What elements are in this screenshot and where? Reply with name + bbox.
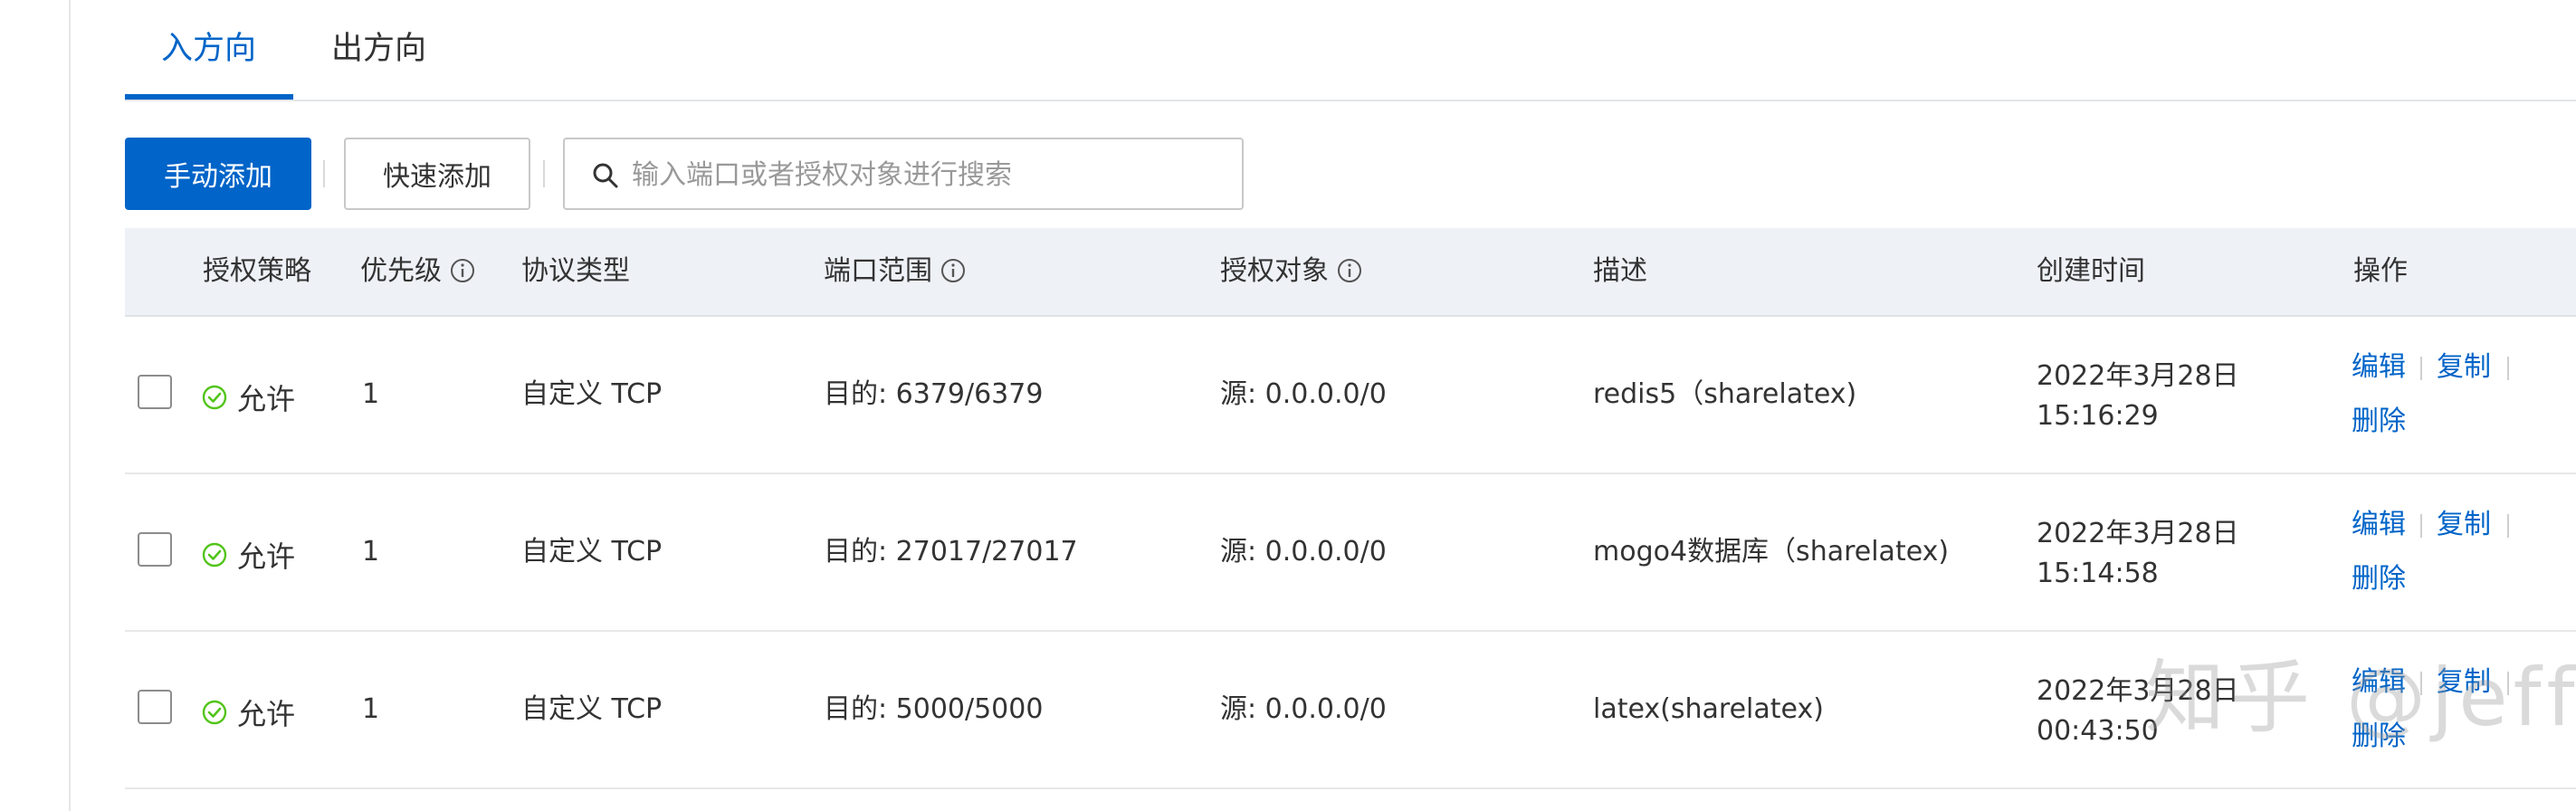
protocol-value: 自定义 TCP: [521, 693, 663, 725]
policy-allow: 允许: [201, 692, 295, 733]
check-circle-icon: [202, 385, 227, 410]
action-divider: [2420, 357, 2422, 380]
action-divider: [2420, 514, 2422, 538]
toolbar-divider: [323, 160, 325, 187]
edit-link[interactable]: 编辑: [2352, 349, 2406, 386]
action-divider: [2420, 672, 2422, 695]
port-range-value: 目的: 5000/5000: [824, 693, 1044, 725]
info-icon[interactable]: [449, 257, 476, 284]
protocol-value: 自定义 TCP: [521, 378, 663, 410]
policy-allow: 允许: [201, 534, 295, 576]
table-row: 允许 1 自定义 TCP 目的: 6379/6379 源: 0.0.0.0/0 …: [125, 317, 2576, 474]
direction-tabs: 入方向 出方向: [125, 0, 2576, 101]
active-tab-indicator: [125, 94, 293, 100]
auth-object-value: 源: 0.0.0.0/0: [1220, 693, 1387, 725]
port-range-value: 目的: 27017/27017: [824, 536, 1078, 568]
auth-object-value: 源: 0.0.0.0/0: [1220, 378, 1387, 410]
row-checkbox[interactable]: [138, 690, 172, 724]
search-box[interactable]: [563, 138, 1244, 210]
created-date: 2022年3月28日: [2037, 675, 2239, 707]
column-header-priority: 优先级: [360, 228, 476, 315]
created-time-value: 2022年3月28日 15:16:29: [2037, 357, 2239, 436]
priority-value: 1: [362, 693, 380, 725]
policy-label: 允许: [237, 539, 296, 574]
column-header-auth-object: 授权对象: [1220, 228, 1363, 315]
manual-add-button[interactable]: 手动添加: [125, 138, 311, 210]
table-row: 允许 1 自定义 TCP 目的: 5000/5000 源: 0.0.0.0/0 …: [125, 632, 2576, 789]
protocol-value: 自定义 TCP: [521, 536, 663, 568]
check-circle-icon: [202, 542, 227, 568]
page-left-border: [69, 0, 71, 811]
edit-link[interactable]: 编辑: [2352, 507, 2406, 543]
created-time-value: 2022年3月28日 15:14:58: [2037, 514, 2239, 594]
description-value: redis5（sharelatex): [1593, 378, 1857, 410]
created-time-value: 2022年3月28日 00:43:50: [2037, 672, 2239, 751]
delete-link[interactable]: 删除: [2352, 561, 2406, 597]
toolbar-divider: [543, 160, 545, 187]
info-icon[interactable]: [940, 257, 967, 284]
column-header-protocol: 协议类型: [521, 255, 630, 287]
row-checkbox[interactable]: [138, 375, 172, 409]
action-divider: [2507, 514, 2509, 538]
delete-link[interactable]: 删除: [2352, 404, 2406, 440]
policy-label: 允许: [237, 382, 296, 416]
created-clock: 15:14:58: [2037, 558, 2159, 589]
policy-allow: 允许: [201, 377, 295, 418]
created-clock: 00:43:50: [2037, 715, 2159, 747]
column-header-created-time: 创建时间: [2037, 255, 2145, 287]
priority-value: 1: [362, 536, 380, 568]
policy-label: 允许: [237, 697, 296, 731]
auth-object-value: 源: 0.0.0.0/0: [1220, 536, 1387, 568]
search-icon: [593, 163, 618, 188]
column-header-actions: 操作: [2353, 255, 2408, 287]
info-icon[interactable]: [1336, 257, 1363, 284]
delete-link[interactable]: 删除: [2352, 719, 2406, 755]
copy-link[interactable]: 复制: [2437, 664, 2491, 701]
check-circle-icon: [202, 700, 227, 725]
column-header-description: 描述: [1593, 255, 1647, 287]
column-header-port-range: 端口范围: [824, 228, 967, 315]
created-date: 2022年3月28日: [2037, 518, 2239, 549]
tab-inbound[interactable]: 入方向: [161, 27, 256, 71]
column-header-policy: 授权策略: [203, 255, 311, 287]
created-date: 2022年3月28日: [2037, 360, 2239, 392]
action-divider: [2507, 357, 2509, 380]
tab-outbound[interactable]: 出方向: [331, 27, 426, 71]
copy-link[interactable]: 复制: [2437, 349, 2491, 386]
row-checkbox[interactable]: [138, 532, 172, 567]
priority-value: 1: [362, 378, 380, 410]
search-input[interactable]: [630, 148, 1231, 201]
created-clock: 15:16:29: [2037, 400, 2159, 432]
table-header: 授权策略 优先级 协议类型 端口范围 授权对象 描述 创建时间 操作: [125, 228, 2576, 317]
port-range-value: 目的: 6379/6379: [824, 378, 1044, 410]
quick-add-button[interactable]: 快速添加: [344, 138, 530, 210]
copy-link[interactable]: 复制: [2437, 507, 2491, 543]
description-value: latex(sharelatex): [1593, 693, 1824, 725]
action-divider: [2507, 672, 2509, 695]
edit-link[interactable]: 编辑: [2352, 664, 2406, 701]
description-value: mogo4数据库（sharelatex): [1593, 536, 1950, 568]
table-row: 允许 1 自定义 TCP 目的: 27017/27017 源: 0.0.0.0/…: [125, 474, 2576, 632]
